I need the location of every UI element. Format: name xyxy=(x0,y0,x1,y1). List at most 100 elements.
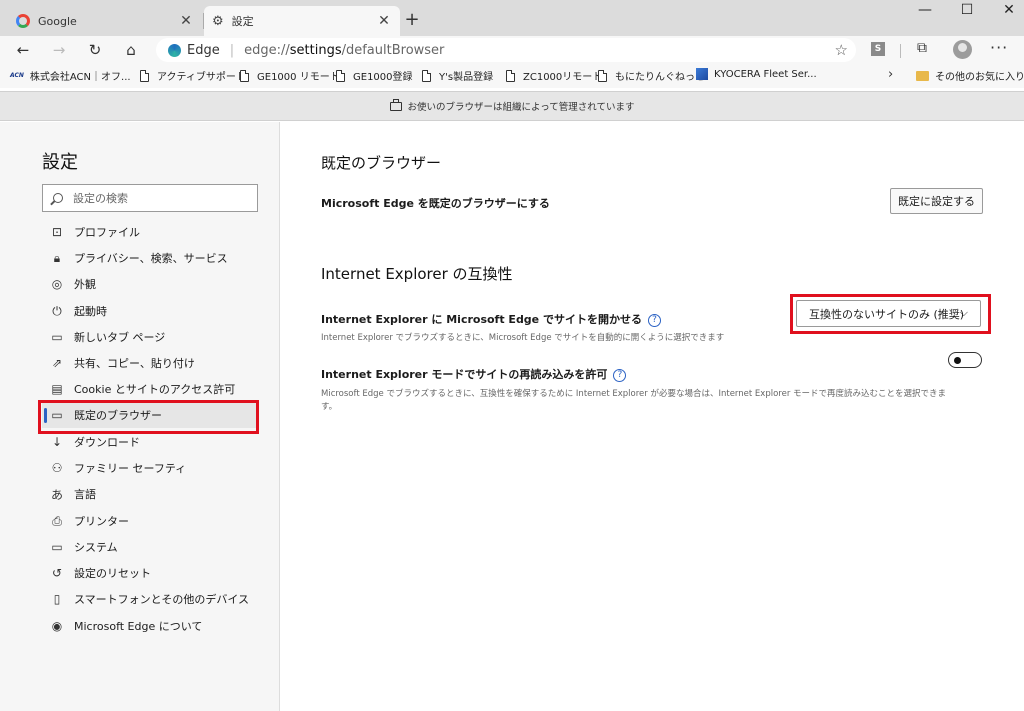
default-browser-row-label: Microsoft Edge を既定のブラウザーにする xyxy=(321,197,550,210)
arrow-left-icon: ← xyxy=(16,41,30,59)
back-button[interactable]: ← xyxy=(12,39,34,61)
page-icon xyxy=(336,69,345,82)
help-icon[interactable]: ? xyxy=(647,313,661,327)
favorite-item[interactable]: ZC1000リモート xyxy=(506,68,602,83)
favorite-label: 株式会社ACN｜オフ... xyxy=(29,72,131,83)
tab-title: Google xyxy=(38,14,77,28)
extension-s-icon[interactable]: S xyxy=(871,42,885,56)
favorite-item[interactable]: Y's製品登録 xyxy=(422,68,493,83)
address-separator: | xyxy=(229,42,235,58)
sidebar-item-label: 言語 xyxy=(74,488,96,501)
sidebar-item-phone[interactable]: ▯ スマートフォンとその他のデバイス xyxy=(42,586,258,612)
sidebar-item-family[interactable]: ⚇ ファミリー セーフティ xyxy=(42,455,258,481)
briefcase-icon xyxy=(389,98,402,111)
sidebar-item-about[interactable]: ◉ Microsoft Edge について xyxy=(42,613,258,639)
phone-icon: ▯ xyxy=(53,592,61,606)
acn-logo: ACN xyxy=(10,72,24,79)
sidebar-item-label: システム xyxy=(74,541,118,554)
favorite-item[interactable]: アクティブサポート xyxy=(140,68,246,83)
star-icon[interactable]: ☆ xyxy=(835,41,848,59)
chevron-right-icon[interactable]: › xyxy=(888,67,893,82)
sidebar-item-profile[interactable]: ⊡ プロファイル xyxy=(42,219,258,245)
home-button[interactable]: ⌂ xyxy=(120,39,142,61)
family-icon: ⚇ xyxy=(51,461,63,475)
sidebar-item-label: 外観 xyxy=(74,278,96,291)
tab-title: 設定 xyxy=(231,15,254,28)
close-icon[interactable]: ✕ xyxy=(178,13,194,29)
favorite-item[interactable]: もにたりんぐねっと xyxy=(598,68,705,83)
refresh-icon: ↻ xyxy=(88,41,102,59)
favorite-label: もにたりんぐねっと xyxy=(615,72,705,83)
default-browser-heading: 既定のブラウザー xyxy=(321,154,442,172)
sidebar-item-appearance[interactable]: ◎ 外観 xyxy=(42,271,258,297)
search-icon xyxy=(53,193,63,203)
system-icon: ▭ xyxy=(51,540,63,554)
page-icon xyxy=(422,69,431,82)
profile-avatar[interactable] xyxy=(953,40,972,59)
tab-google[interactable]: Google ✕ xyxy=(8,6,202,36)
sidebar-item-label: 新しいタブ ページ xyxy=(74,331,166,344)
reset-icon: ↺ xyxy=(51,566,63,580)
favorite-label: KYOCERA Fleet Ser... xyxy=(714,68,817,80)
url-suffix: /defaultBrowser xyxy=(341,42,445,58)
favorite-label: ZC1000リモート xyxy=(523,72,603,83)
page-icon xyxy=(506,69,515,82)
sidebar-item-label: Cookie とサイトのアクセス許可 xyxy=(74,383,236,396)
search-placeholder: 設定の検索 xyxy=(73,192,128,205)
help-icon[interactable]: ? xyxy=(613,368,627,382)
tab-settings[interactable]: ⚙ 設定 ✕ xyxy=(204,6,400,36)
favorite-item[interactable]: KYOCERA Fleet Ser... xyxy=(696,68,817,80)
sidebar-item-newtab[interactable]: ▭ 新しいタブ ページ xyxy=(42,324,258,350)
maximize-button[interactable]: ☐ xyxy=(952,2,982,18)
newtab-icon: ▭ xyxy=(51,330,63,344)
power-icon: ⏻ xyxy=(52,303,62,318)
cookie-icon: ▤ xyxy=(51,382,63,396)
sidebar-item-languages[interactable]: あ 言語 xyxy=(42,481,258,507)
favorite-item[interactable]: GE1000登録 xyxy=(336,68,413,83)
highlight-box xyxy=(38,400,259,434)
forward-button[interactable]: → xyxy=(48,39,70,61)
sidebar-item-label: ダウンロード xyxy=(74,436,140,449)
sidebar-item-label: スマートフォンとその他のデバイス xyxy=(74,593,250,606)
page-icon xyxy=(140,69,149,82)
arrow-right-icon: → xyxy=(52,41,66,59)
download-icon: ↓ xyxy=(51,435,63,449)
favorite-label: Y's製品登録 xyxy=(439,72,494,83)
banner-text: お使いのブラウザーは組織によって管理されています xyxy=(407,102,635,113)
sidebar-item-label: プロファイル xyxy=(74,226,140,239)
more-menu-icon[interactable]: ··· xyxy=(990,38,1008,57)
favorite-label: GE1000 リモート xyxy=(257,72,340,83)
settings-main: 既定のブラウザー Microsoft Edge を既定のブラウザーにする 既定に… xyxy=(281,122,1024,711)
close-window-button[interactable]: ✕ xyxy=(994,2,1024,18)
folder-icon xyxy=(916,70,929,81)
other-favorites[interactable]: その他のお気に入り xyxy=(916,68,1024,83)
sidebar-item-privacy[interactable]: 🔒︎ プライバシー、検索、サービス xyxy=(42,245,258,271)
sidebar-item-system[interactable]: ▭ システム xyxy=(42,534,258,560)
sidebar-title: 設定 xyxy=(42,152,78,173)
sidebar-item-share[interactable]: ⇗ 共有、コピー、貼り付け xyxy=(42,350,258,376)
reload-toggle[interactable] xyxy=(948,352,982,368)
sidebar-item-cookies[interactable]: ▤ Cookie とサイトのアクセス許可 xyxy=(42,376,258,402)
palette-icon: ◎ xyxy=(51,277,63,291)
reload-label: Internet Explorer モードでサイトの再読み込みを許可? xyxy=(321,366,627,382)
favorites-bar: ACN 株式会社ACN｜オフ... アクティブサポート GE1000 リモート … xyxy=(0,64,1024,88)
favorite-item[interactable]: ACN 株式会社ACN｜オフ... xyxy=(10,68,131,83)
language-icon: あ xyxy=(50,487,63,502)
minimize-button[interactable]: — xyxy=(910,2,940,18)
sidebar-item-printers[interactable]: ⎙ プリンター xyxy=(42,508,258,534)
address-bar[interactable]: Edge | edge://settings/defaultBrowser ☆ xyxy=(156,38,856,62)
sidebar-item-label: 設定のリセット xyxy=(74,567,151,580)
favorite-label: GE1000登録 xyxy=(353,72,413,83)
gear-icon: ⚙ xyxy=(212,13,224,29)
close-icon[interactable]: ✕ xyxy=(376,13,392,29)
favorite-item[interactable]: GE1000 リモート xyxy=(240,68,340,83)
collections-icon[interactable]: ⧉ xyxy=(917,40,927,56)
address-brand: Edge xyxy=(187,42,220,58)
settings-search-input[interactable]: 設定の検索 xyxy=(42,184,258,212)
set-default-button[interactable]: 既定に設定する xyxy=(890,188,983,214)
refresh-button[interactable]: ↻ xyxy=(84,39,106,61)
sidebar-item-startup[interactable]: ⏻ 起動時 xyxy=(42,298,258,324)
sidebar-item-reset[interactable]: ↺ 設定のリセット xyxy=(42,560,258,586)
new-tab-button[interactable]: + xyxy=(402,9,422,30)
kyocera-icon xyxy=(696,68,708,80)
